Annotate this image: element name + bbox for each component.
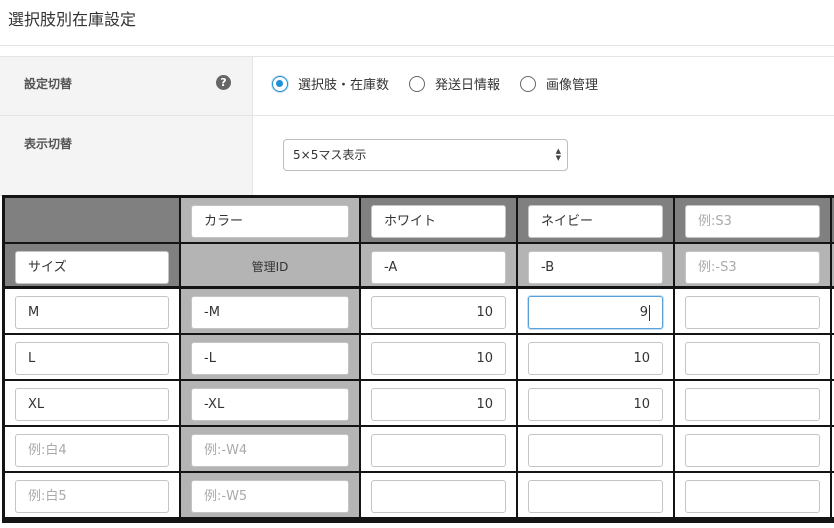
- grid-row-cell: -L: [181, 335, 359, 379]
- grid-stock-cell: 10: [361, 289, 516, 333]
- settings-row-switch: 設定切替 ? 選択肢・在庫数 発送日情報 画像管理: [0, 57, 834, 116]
- title-divider: [0, 45, 834, 46]
- grid-stock-cell: [518, 473, 673, 517]
- grid-stock-cell: [675, 473, 830, 517]
- display-mode-select[interactable]: 5×5マス表示 ▲ ▼: [283, 139, 568, 171]
- radio-option-shipping-date[interactable]: 発送日情報: [409, 74, 500, 93]
- grid-stock-cell: 10: [361, 335, 516, 379]
- radio-option-image[interactable]: 画像管理: [520, 74, 598, 93]
- row-name-input[interactable]: L: [15, 342, 169, 375]
- grid-header-cell: 例:S3: [675, 198, 830, 242]
- grid-stock-cell: 10: [518, 381, 673, 425]
- grid-stock-cell: 10: [361, 381, 516, 425]
- grid-header-cell: サイズ: [5, 244, 179, 286]
- grid-stock-cell: [675, 289, 830, 333]
- settings-label-cell: 表示切替: [0, 116, 253, 195]
- column-name-input[interactable]: ネイビー: [528, 205, 663, 238]
- question-circle-icon[interactable]: ?: [216, 75, 231, 90]
- stock-grid: カラー ホワイト ネイビー 例:S3 サイズ 管理ID -A -B 例:-S3 M -M 10 9 L -L…: [2, 195, 834, 523]
- grid-stock-cell: [361, 473, 516, 517]
- setting-display-label: 表示切替: [24, 137, 73, 151]
- grid-stock-cell: [675, 381, 830, 425]
- grid-stock-cell: [361, 427, 516, 471]
- stock-quantity-input[interactable]: [685, 296, 820, 329]
- grid-header-cell: 管理ID: [181, 244, 359, 286]
- radio-label: 発送日情報: [435, 78, 501, 93]
- row-name-input[interactable]: XL: [15, 388, 169, 421]
- radio-circle-icon[interactable]: [520, 75, 537, 92]
- grid-row-cell: -M: [181, 289, 359, 333]
- column-id-input[interactable]: -B: [528, 251, 663, 284]
- stock-quantity-input[interactable]: [528, 480, 663, 513]
- text-caret: [649, 304, 650, 321]
- stock-quantity-input[interactable]: 9: [528, 296, 663, 329]
- column-name-input[interactable]: ホワイト: [371, 205, 506, 238]
- row-id-input[interactable]: -M: [191, 296, 349, 329]
- row-id-input[interactable]: -XL: [191, 388, 349, 421]
- stock-quantity-input[interactable]: 10: [371, 388, 506, 421]
- column-id-input[interactable]: -A: [371, 251, 506, 284]
- grid-header-cell: -A: [361, 244, 516, 286]
- grid-stock-cell: [518, 427, 673, 471]
- radio-option-stock[interactable]: 選択肢・在庫数: [272, 74, 389, 93]
- column-name-input[interactable]: 例:S3: [685, 205, 820, 238]
- grid-row-cell: 例:-W5: [181, 473, 359, 517]
- stock-quantity-input[interactable]: [685, 434, 820, 467]
- grid-row-cell: -XL: [181, 381, 359, 425]
- stock-quantity-input[interactable]: 10: [528, 342, 663, 375]
- grid-corner-cell: [5, 198, 179, 242]
- radio-label: 画像管理: [546, 78, 599, 93]
- radio-circle-icon[interactable]: [409, 75, 426, 92]
- grid-stock-cell: 10: [518, 335, 673, 379]
- stock-quantity-input[interactable]: 10: [371, 342, 506, 375]
- row-name-input[interactable]: M: [15, 296, 169, 329]
- row-id-input[interactable]: -L: [191, 342, 349, 375]
- management-id-label: 管理ID: [251, 260, 289, 274]
- row-id-input[interactable]: 例:-W5: [191, 480, 349, 513]
- row-name-input[interactable]: 例:白4: [15, 434, 169, 467]
- display-mode-value: 5×5マス表示: [293, 148, 367, 162]
- radio-circle-icon[interactable]: [272, 75, 288, 92]
- page-title: 選択肢別在庫設定: [8, 10, 137, 29]
- row-name-input[interactable]: 例:白5: [15, 480, 169, 513]
- stock-quantity-input[interactable]: 10: [528, 388, 663, 421]
- stock-quantity-input[interactable]: 10: [371, 296, 506, 329]
- color-axis-input[interactable]: カラー: [191, 205, 349, 238]
- grid-stock-cell: [675, 335, 830, 379]
- select-arrows-icon: ▲ ▼: [555, 147, 561, 162]
- row-id-input[interactable]: 例:-W4: [191, 434, 349, 467]
- settings-panel: 設定切替 ? 選択肢・在庫数 発送日情報 画像管理 表示切替 5×5マス表示 ▲…: [0, 56, 834, 196]
- settings-label-cell: 設定切替 ?: [0, 57, 253, 115]
- grid-row-cell: 例:白4: [5, 427, 179, 471]
- setting-switch-label: 設定切替: [24, 77, 73, 91]
- grid-row-cell: 例:白5: [5, 473, 179, 517]
- stock-quantity-input[interactable]: [371, 434, 506, 467]
- grid-row-cell: L: [5, 335, 179, 379]
- grid-header-cell: カラー: [181, 198, 359, 242]
- settings-row-display: 表示切替 5×5マス表示 ▲ ▼: [0, 116, 834, 196]
- grid-row-cell: 例:-W4: [181, 427, 359, 471]
- radio-label: 選択肢・在庫数: [298, 78, 390, 93]
- stock-quantity-input[interactable]: [528, 434, 663, 467]
- column-id-input[interactable]: 例:-S3: [685, 251, 820, 284]
- grid-row-cell: XL: [5, 381, 179, 425]
- stock-quantity-input[interactable]: [371, 480, 506, 513]
- grid-stock-cell: [675, 427, 830, 471]
- stock-quantity-input[interactable]: [685, 388, 820, 421]
- grid-header-cell: ホワイト: [361, 198, 516, 242]
- stock-quantity-input[interactable]: [685, 342, 820, 375]
- grid-header-cell: -B: [518, 244, 673, 286]
- stock-quantity-input[interactable]: [685, 480, 820, 513]
- grid-header-cell: ネイビー: [518, 198, 673, 242]
- grid-header-cell: 例:-S3: [675, 244, 830, 286]
- grid-row-cell: M: [5, 289, 179, 333]
- grid-stock-cell: 9: [518, 289, 673, 333]
- size-axis-input[interactable]: サイズ: [15, 251, 169, 284]
- setting-switch-radio-group: 選択肢・在庫数 発送日情報 画像管理: [272, 74, 618, 93]
